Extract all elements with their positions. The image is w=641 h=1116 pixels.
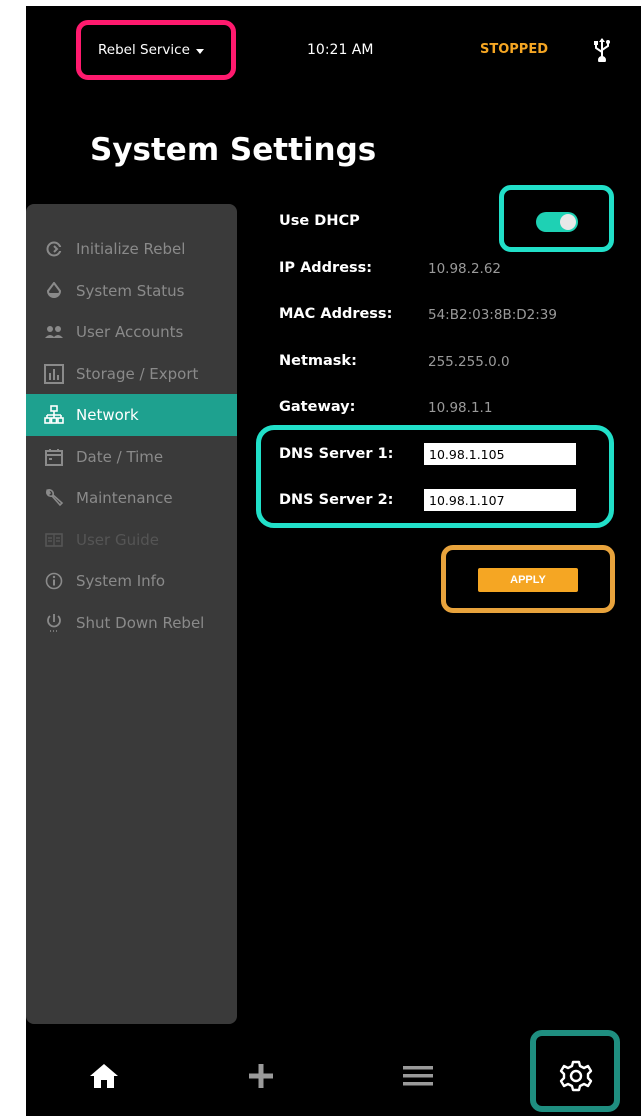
sidebar-item-label: Initialize Rebel [76, 240, 186, 258]
sidebar-item-network[interactable]: Network [26, 394, 237, 436]
sidebar-item-label: Network [76, 406, 139, 424]
sidebar-item-label: Date / Time [76, 448, 164, 466]
highlight-dhcp-toggle [499, 185, 614, 252]
sidebar-item-date-time[interactable]: Date / Time [26, 436, 237, 478]
netmask-label: Netmask: [279, 353, 357, 369]
menu-button[interactable] [398, 1056, 438, 1096]
clock: 10:21 AM [307, 42, 374, 58]
guide-icon [44, 530, 64, 550]
settings-sidebar: Initialize Rebel System Status User Acco… [26, 204, 237, 1024]
sidebar-item-label: User Accounts [76, 323, 184, 341]
highlight-apply-button [441, 545, 615, 613]
use-dhcp-label: Use DHCP [279, 213, 360, 229]
sidebar-item-maintenance[interactable]: Maintenance [26, 477, 237, 519]
calendar-icon [44, 447, 64, 467]
page-title: System Settings [90, 132, 377, 168]
mac-address-value: 54:B2:03:8B:D2:39 [428, 307, 557, 323]
sidebar-item-system-status[interactable]: System Status [26, 270, 237, 312]
network-icon [44, 405, 64, 425]
ip-address-label: IP Address: [279, 260, 373, 276]
sidebar-item-user-accounts[interactable]: User Accounts [26, 311, 237, 353]
drop-icon [44, 281, 64, 301]
highlight-settings-button [530, 1030, 620, 1112]
sidebar-item-shut-down-rebel[interactable]: Shut Down Rebel [26, 602, 237, 644]
plus-icon [249, 1064, 273, 1088]
sidebar-item-system-info[interactable]: System Info [26, 560, 237, 602]
menu-icon [403, 1066, 433, 1086]
sidebar-item-user-guide: User Guide [26, 519, 237, 561]
mac-address-label: MAC Address: [279, 306, 393, 322]
sidebar-item-label: System Info [76, 572, 166, 590]
gateway-label: Gateway: [279, 399, 356, 415]
power-icon [44, 613, 64, 633]
sidebar-item-storage-export[interactable]: Storage / Export [26, 353, 237, 395]
wrench-icon [44, 488, 64, 508]
sidebar-item-initialize-rebel[interactable]: Initialize Rebel [26, 228, 237, 270]
home-button[interactable] [84, 1056, 124, 1096]
usb-icon [594, 38, 610, 62]
netmask-value: 255.255.0.0 [428, 354, 510, 370]
add-button[interactable] [241, 1056, 281, 1096]
refresh-icon [44, 239, 64, 259]
highlight-service-dropdown [76, 20, 236, 80]
service-state-badge: STOPPED [480, 42, 549, 57]
users-icon [44, 322, 64, 342]
sidebar-item-label: Maintenance [76, 489, 173, 507]
highlight-dns-servers [256, 425, 614, 528]
home-icon [90, 1064, 118, 1088]
gateway-value: 10.98.1.1 [428, 400, 493, 416]
sidebar-item-label: System Status [76, 282, 185, 300]
sidebar-item-label: Storage / Export [76, 365, 199, 383]
info-icon [44, 571, 64, 591]
bar-chart-icon [44, 364, 64, 384]
ip-address-value: 10.98.2.62 [428, 261, 501, 277]
sidebar-item-label: Shut Down Rebel [76, 614, 205, 632]
sidebar-item-label: User Guide [76, 531, 160, 549]
